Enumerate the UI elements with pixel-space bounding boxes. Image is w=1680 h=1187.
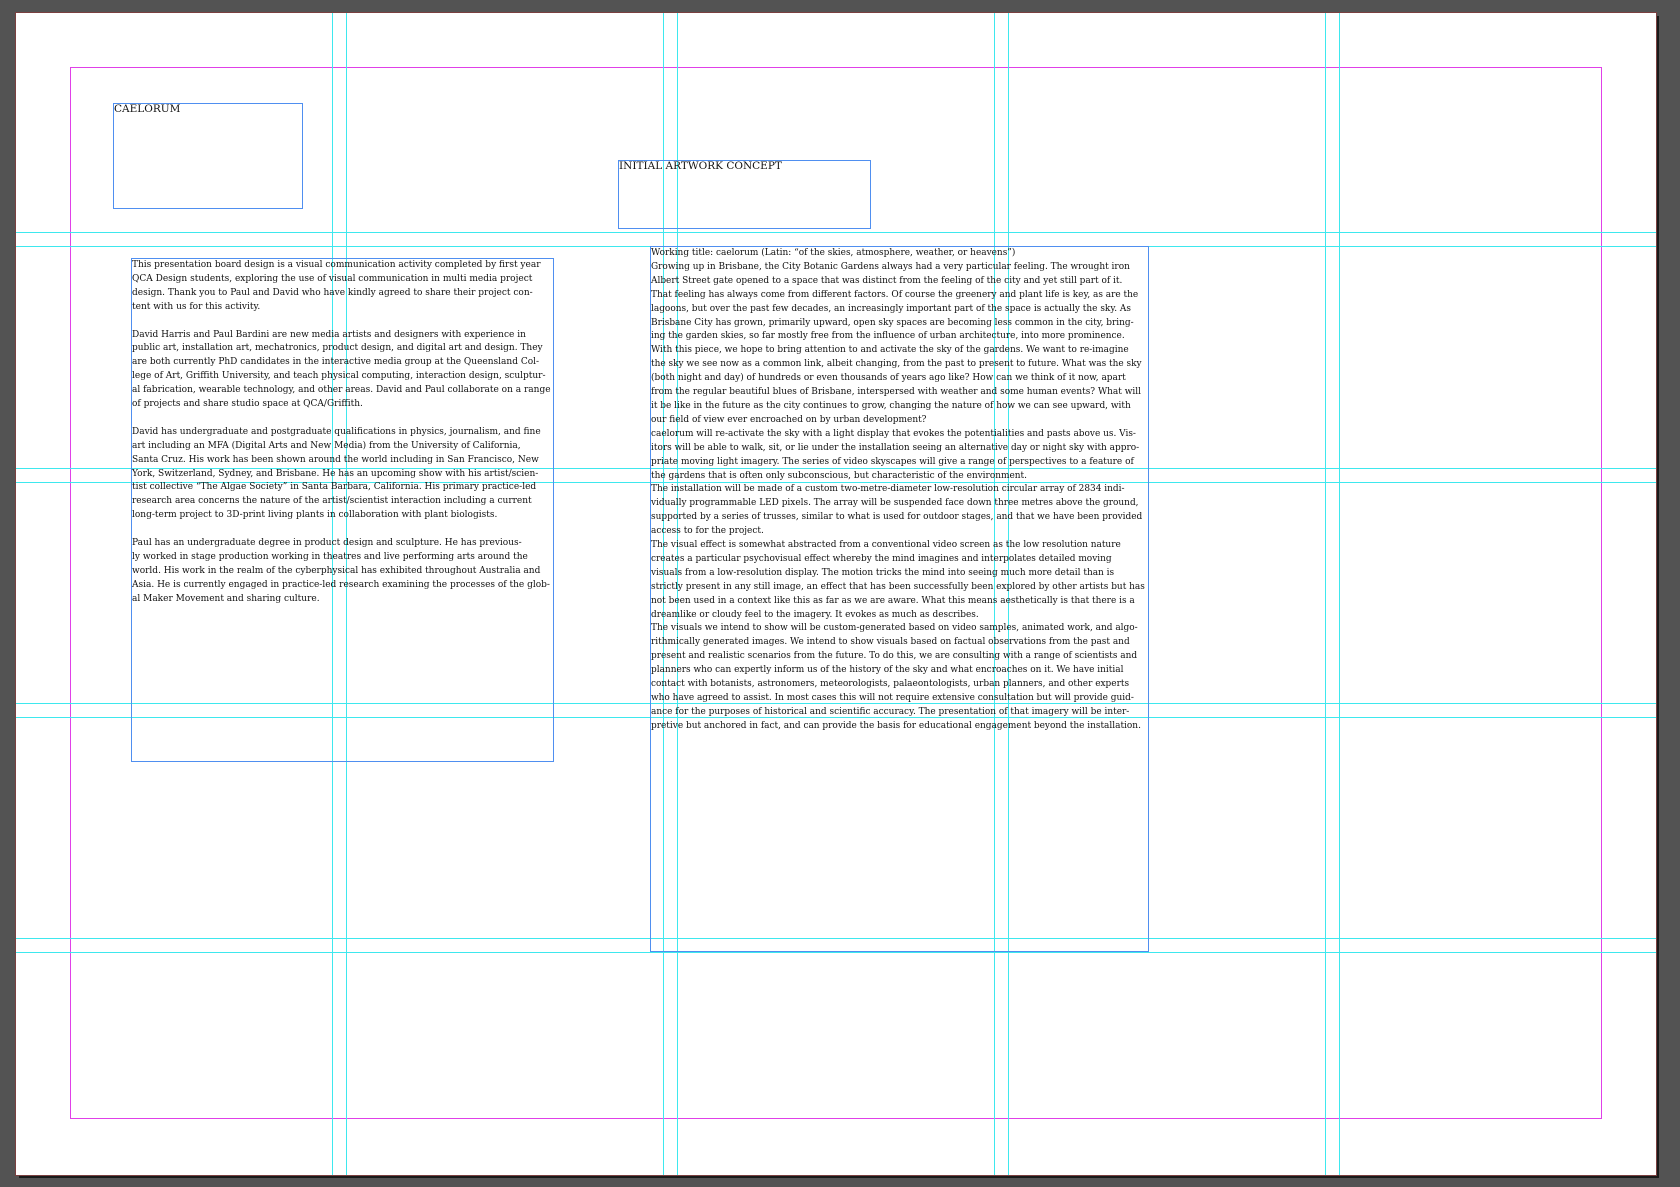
row-guide xyxy=(16,952,1656,953)
concept-text-line: That feeling has always come from differ… xyxy=(651,289,1139,300)
concept-text-line: The visual effect is somewhat abstracted… xyxy=(651,540,1121,551)
intro-text-line: Paul has an undergraduate degree in prod… xyxy=(132,538,522,549)
intro-text-frame[interactable]: This presentation board design is a visu… xyxy=(131,258,554,762)
concept-text-line: planners who can expertly inform us of t… xyxy=(651,665,1124,676)
concept-text-line: (both night and day) of hundreds or even… xyxy=(651,373,1126,384)
intro-text-line: of projects and share studio space at QC… xyxy=(132,399,363,410)
concept-text-line: lagoons, but over the past few decades, … xyxy=(651,303,1131,314)
concept-text-line: present and realistic scenarios from the… xyxy=(651,651,1138,662)
concept-body-text: Working title: caelorum (Latin: “of the … xyxy=(651,247,1148,734)
concept-text-line: dreamlike or cloudy feel to the imagery.… xyxy=(651,609,979,620)
concept-text-line: Working title: caelorum (Latin: “of the … xyxy=(651,248,1016,258)
intro-text-line: Asia. He is currently engaged in practic… xyxy=(132,579,550,590)
intro-text-line: QCA Design students, exploring the use o… xyxy=(132,273,533,284)
concept-text-line: The installation will be made of a custo… xyxy=(651,484,1125,495)
intro-text-line: public art, installation art, mechatroni… xyxy=(132,343,543,354)
concept-text-line: the sky we see now as a common link, alb… xyxy=(651,359,1142,370)
caelorum-text-frame[interactable]: CAELORUM xyxy=(113,103,303,209)
intro-text-line: design. Thank you to Paul and David who … xyxy=(132,287,533,298)
concept-text-line: Growing up in Brisbane, the City Botanic… xyxy=(651,261,1130,272)
intro-text-line: lege of Art, Griffith University, and te… xyxy=(132,371,546,382)
concept-text-line: supported by a series of trusses, simila… xyxy=(651,512,1143,523)
intro-text-line: al Maker Movement and sharing culture. xyxy=(132,593,320,604)
concept-text-line: ance for the purposes of historical and … xyxy=(651,706,1130,717)
concept-text-line: pretive but anchored in fact, and can pr… xyxy=(651,720,1141,731)
concept-text-line: our field of view ever encroached on by … xyxy=(651,414,927,425)
concept-text-line: strictly present in any still image, an … xyxy=(651,581,1145,592)
concept-text-line: contact with botanists, astronomers, met… xyxy=(651,679,1130,690)
intro-text-line: Santa Cruz. His work has been shown arou… xyxy=(132,454,539,465)
concept-text-line: Albert Street gate opened to a space tha… xyxy=(651,275,1123,286)
concept-text-line: access to for the project. xyxy=(651,526,764,537)
intro-text-line: tent with us for this activity. xyxy=(132,301,261,312)
concept-text-line: creates a particular psychovisual effect… xyxy=(651,553,1112,564)
intro-text-line: al fabrication, wearable technology, and… xyxy=(132,385,551,396)
intro-text-line: York, Switzerland, Sydney, and Brisbane.… xyxy=(132,468,539,479)
concept-text-line: vidually programmable LED pixels. The ar… xyxy=(651,498,1139,509)
concept-heading: INITIAL ARTWORK CONCEPT xyxy=(619,160,782,172)
intro-text-line: art including an MFA (Digital Arts and N… xyxy=(132,440,521,451)
intro-text-line: David has undergraduate and postgraduate… xyxy=(132,426,541,437)
concept-text-frame[interactable]: INITIAL ARTWORK CONCEPT xyxy=(618,160,871,229)
intro-text-line: ly worked in stage production working in… xyxy=(132,551,528,562)
intro-text-line: tist collective “The Algae Society” in S… xyxy=(132,482,537,493)
document-page[interactable]: CAELORUM INITIAL ARTWORK CONCEPT This pr… xyxy=(15,12,1657,1176)
intro-text-line: David Harris and Paul Bardini are new me… xyxy=(132,329,526,340)
intro-text-line: This presentation board design is a visu… xyxy=(132,260,541,270)
concept-text-line: who have agreed to assist. In most cases… xyxy=(651,693,1134,703)
column-guide xyxy=(1325,13,1326,1175)
concept-text-line: The visuals we intend to show will be cu… xyxy=(651,623,1138,634)
concept-text-line: not been used in a context like this as … xyxy=(651,595,1135,606)
concept-text-line: visuals from a low-resolution display. T… xyxy=(651,567,1115,578)
intro-body-text: This presentation board design is a visu… xyxy=(132,259,553,607)
concept-text-line: Brisbane City has grown, primarily upwar… xyxy=(651,317,1134,328)
concept-text-line: it be like in the future as the city con… xyxy=(651,400,1131,411)
column-guide xyxy=(1339,13,1340,1175)
row-guide xyxy=(16,232,1656,233)
concept-text-line: the gardens that is often only subconsci… xyxy=(651,470,1027,481)
concept-text-line: priate moving light imagery. The series … xyxy=(651,456,1134,467)
pasteboard: CAELORUM INITIAL ARTWORK CONCEPT This pr… xyxy=(0,0,1680,1187)
concept-text-line: caelorum will re-activate the sky with a… xyxy=(651,428,1136,439)
concept-text-line: With this piece, we hope to bring attent… xyxy=(651,345,1129,356)
concept-text-line: from the regular beautiful blues of Bris… xyxy=(651,387,1141,398)
intro-text-line: world. His work in the realm of the cybe… xyxy=(132,565,541,576)
concept-body-frame[interactable]: Working title: caelorum (Latin: “of the … xyxy=(650,246,1149,952)
concept-text-line: ing the garden skies, so far mostly free… xyxy=(651,331,1125,342)
caelorum-heading: CAELORUM xyxy=(114,103,181,115)
concept-text-line: itors will be able to walk, sit, or lie … xyxy=(651,442,1140,453)
intro-text-line: research area concerns the nature of the… xyxy=(132,496,532,507)
concept-text-line: rithmically generated images. We intend … xyxy=(651,637,1130,648)
intro-text-line: long-term project to 3D-print living pla… xyxy=(132,510,498,521)
intro-text-line: are both currently PhD candidates in the… xyxy=(132,357,540,368)
